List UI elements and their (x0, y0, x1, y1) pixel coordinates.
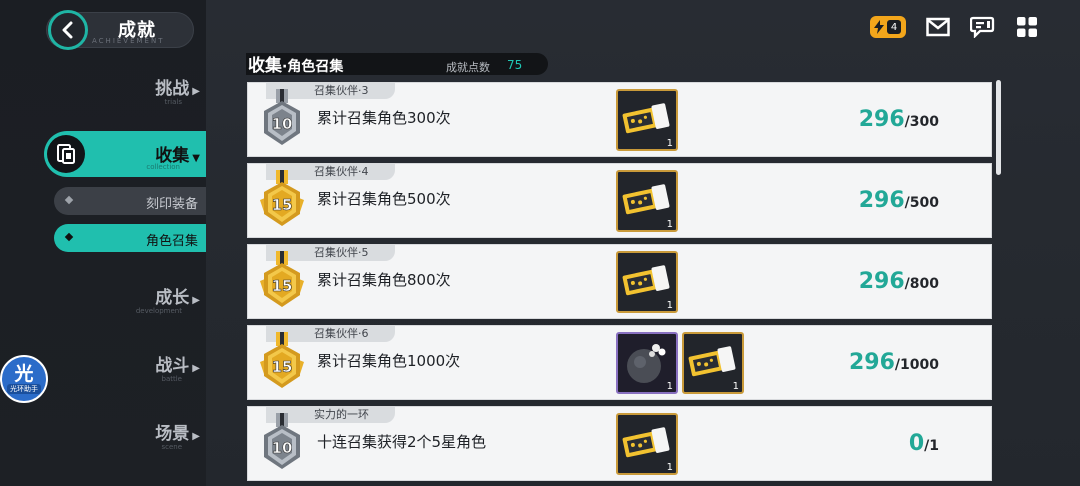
nav-label: 成长 (155, 288, 190, 308)
reward-count: 1 (666, 381, 673, 392)
top-toolbar: 4 (870, 16, 1038, 38)
achievement-row[interactable]: 召集伙伴·5 15 累计召集角色800次 1 296/800 (247, 244, 992, 319)
achievement-description: 十连召集获得2个5星角色 (317, 433, 487, 451)
reward-count: 1 (666, 300, 673, 311)
reward-count: 1 (666, 219, 673, 230)
nav-item-scene[interactable]: 场景 ▶ scene (155, 419, 200, 451)
progress-target: /1000 (894, 357, 939, 373)
progress-current: 296 (858, 269, 905, 294)
progress-current: 0 (908, 431, 925, 456)
diamond-icon (64, 195, 74, 205)
nav-item-trials[interactable]: 挑战 ▶ trials (155, 74, 200, 106)
reward-item[interactable]: 1 (682, 332, 744, 394)
svg-text:15: 15 (272, 277, 293, 295)
progress-target: /500 (904, 195, 939, 211)
medal-icon: 15 (260, 170, 304, 226)
reward-item[interactable]: 1 (616, 332, 678, 394)
achievement-description: 累计召集角色500次 (317, 190, 451, 208)
progress-current: 296 (858, 107, 905, 132)
progress-target: /1 (924, 438, 939, 454)
nav-sub-label: trials (164, 98, 182, 106)
nav-sub-label: scene (161, 443, 182, 451)
subnav-item-summon[interactable]: 角色召集 (54, 224, 206, 252)
nav-item-battle[interactable]: 战斗 ▶ battle (155, 351, 200, 383)
medal-icon: 10 (264, 89, 300, 145)
mail-icon[interactable] (926, 17, 950, 37)
svg-text:10: 10 (272, 115, 293, 133)
achievement-progress: 296/500 (859, 188, 939, 213)
achievement-description: 累计召集角色1000次 (317, 352, 461, 370)
diamond-icon (64, 232, 74, 242)
svg-text:15: 15 (272, 358, 293, 376)
nav-item-development[interactable]: 成长 ▶ development (136, 283, 200, 315)
progress-current: 296 (858, 188, 905, 213)
nav-label: 挑战 (155, 79, 190, 99)
achievement-progress: 296/800 (859, 269, 939, 294)
points-value: 75 (507, 58, 523, 72)
back-button[interactable] (48, 10, 88, 50)
reward-item[interactable]: 1 (616, 89, 678, 151)
reward-item[interactable]: 1 (616, 170, 678, 232)
achievement-progress: 296/1000 (849, 350, 939, 375)
energy-count: 4 (887, 20, 901, 34)
progress-target: /800 (904, 276, 939, 292)
helper-floating-button[interactable]: 光 光环助手 (0, 355, 48, 403)
reward-item[interactable]: 1 (616, 413, 678, 475)
sidebar: 成就 ACHIEVEMENT 挑战 ▶ trials 收集 ▼ collection… (0, 0, 206, 486)
caret-right-icon: ▶ (192, 363, 200, 374)
page-title-en: ACHIEVEMENT (92, 37, 165, 45)
medal-icon: 15 (260, 332, 304, 388)
achievement-row[interactable]: 召集伙伴·3 10 累计召集角色300次 1 296/300 (247, 82, 992, 157)
nav-item-collection[interactable]: 收集 ▼ collection (44, 131, 206, 177)
nav-sub-label: battle (161, 375, 182, 383)
achievement-row[interactable]: 召集伙伴·6 15 累计召集角色1000次 1 1 296/1000 (247, 325, 992, 400)
achievement-row[interactable]: 召集伙伴·4 15 累计召集角色500次 1 296/500 (247, 163, 992, 238)
subnav-item-engraving[interactable]: 刻印装备 (54, 187, 206, 215)
chat-icon[interactable] (970, 16, 996, 38)
nav-sub-label: development (135, 307, 182, 315)
reward-count: 1 (732, 381, 739, 392)
points-label: 成就点数 (446, 61, 490, 74)
achievement-list[interactable]: 召集伙伴·3 10 累计召集角色300次 1 296/300 召集伙伴·4 15 累计召集角色… (247, 82, 992, 486)
subnav-label: 刻印装备 (145, 197, 198, 212)
reward-item[interactable]: 1 (616, 251, 678, 313)
achievement-progress: 0/1 (909, 431, 939, 456)
nav-sub-label: collection (146, 163, 180, 171)
progress-target: /300 (904, 114, 939, 130)
svg-text:15: 15 (272, 196, 293, 214)
collection-icon (47, 135, 85, 173)
section-header: 收集·角色召集 成就点数 75 (246, 53, 548, 76)
caret-right-icon: ▶ (192, 431, 200, 442)
section-title: 收集·角色召集 (248, 56, 344, 76)
reward-count: 1 (666, 462, 673, 473)
grid-menu-icon[interactable] (1016, 16, 1038, 38)
achievement-description: 累计召集角色300次 (317, 109, 451, 127)
lightning-icon (874, 20, 884, 34)
subnav-label: 角色召集 (145, 234, 198, 249)
reward-count: 1 (666, 138, 673, 149)
achievement-row[interactable]: 实力的一环 10 十连召集获得2个5星角色 1 0/1 (247, 406, 992, 481)
helper-label: 光环助手 (7, 384, 41, 394)
scrollbar[interactable] (996, 80, 1001, 175)
svg-text:10: 10 (272, 439, 293, 457)
energy-badge[interactable]: 4 (870, 16, 906, 38)
caret-right-icon: ▶ (192, 86, 200, 97)
caret-right-icon: ▶ (192, 295, 200, 306)
chevron-left-icon (62, 21, 73, 39)
medal-icon: 15 (260, 251, 304, 307)
nav-label: 场景 (155, 424, 190, 444)
achievement-progress: 296/300 (859, 107, 939, 132)
helper-icon: 光 (14, 363, 34, 385)
nav-label: 战斗 (155, 356, 190, 376)
progress-current: 296 (848, 350, 895, 375)
medal-icon: 10 (264, 413, 300, 469)
achievement-description: 累计召集角色800次 (317, 271, 451, 289)
